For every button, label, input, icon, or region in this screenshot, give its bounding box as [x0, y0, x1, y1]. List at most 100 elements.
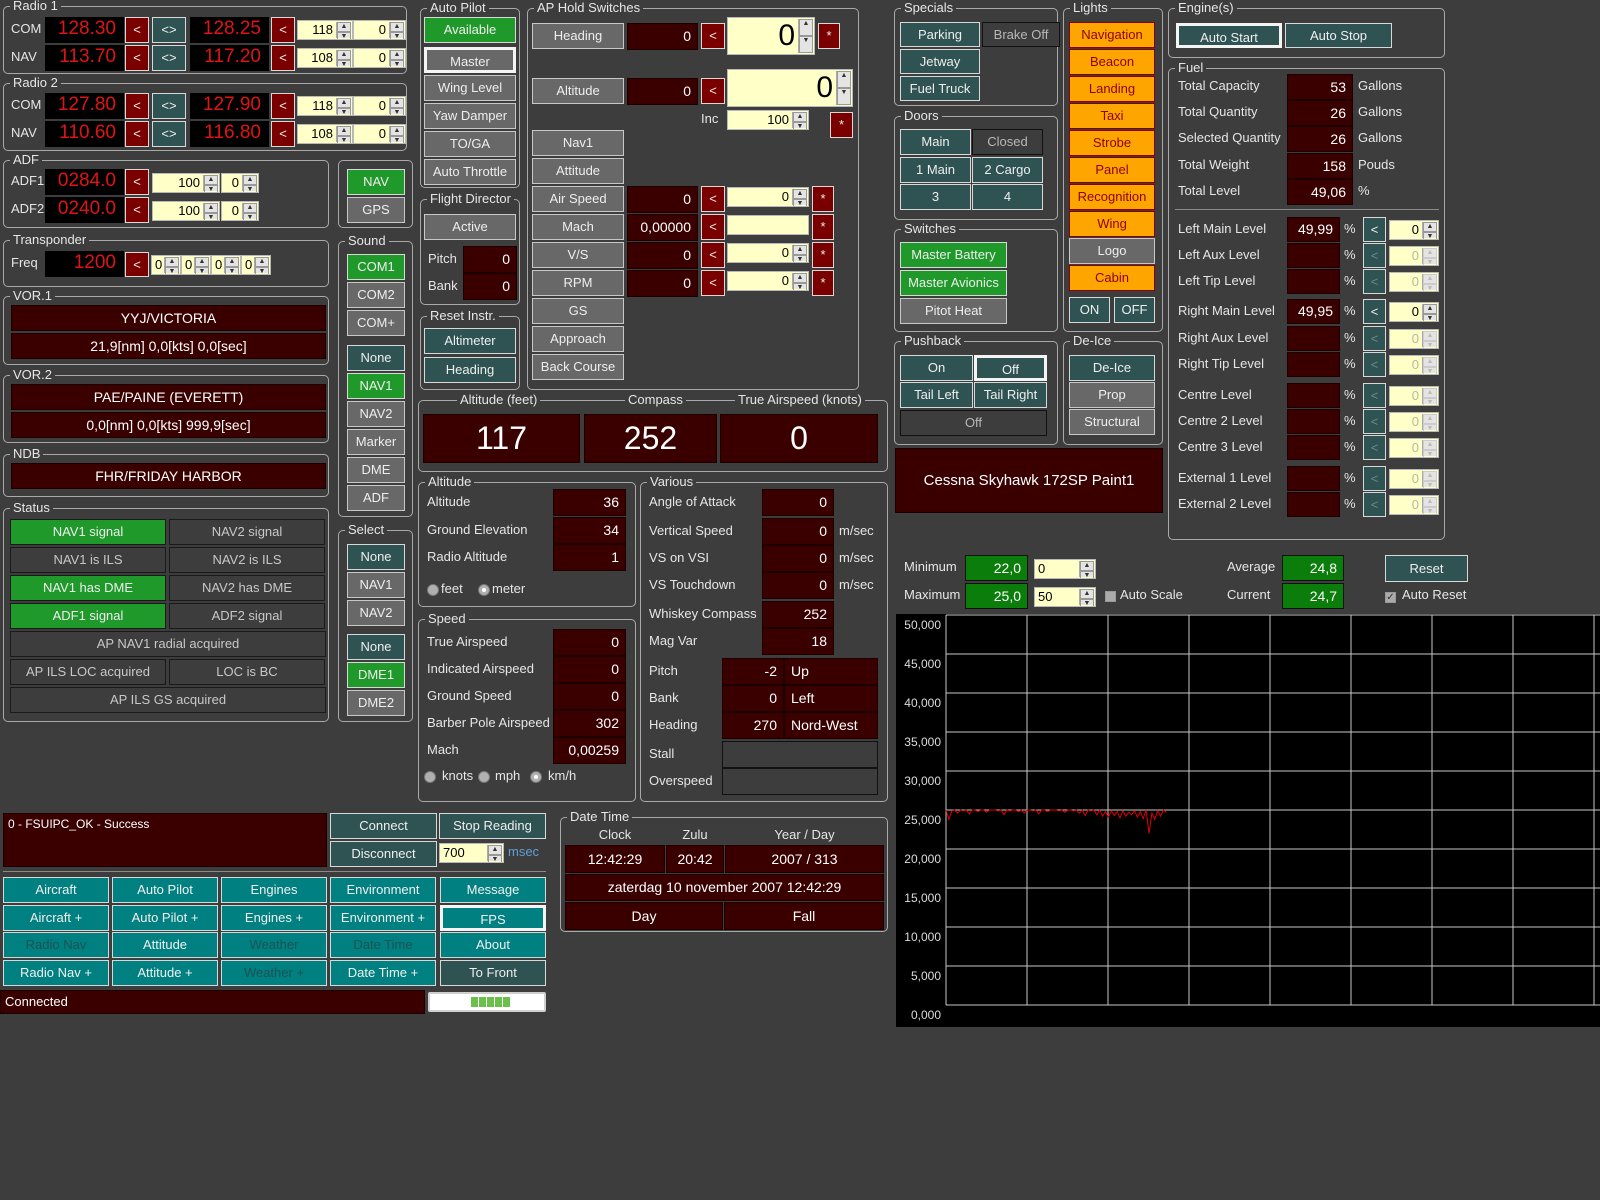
autopilot-auto-throttle-button[interactable]: Auto Throttle: [424, 159, 516, 185]
auto-reset-checkbox[interactable]: ✓: [1385, 592, 1396, 603]
max-scale-spinner[interactable]: 50 ▲ ▼: [1034, 587, 1096, 607]
spin-down-icon[interactable]: ▼: [390, 32, 404, 39]
connect-button[interactable]: Connect: [330, 813, 437, 839]
autopilot-yaw-damper-button[interactable]: Yaw Damper: [424, 103, 516, 129]
select-dme2-button[interactable]: DME2: [347, 690, 405, 716]
speed-unit-radio[interactable]: [478, 771, 490, 783]
pushback-tail-left-button[interactable]: Tail Left: [900, 382, 973, 408]
fuel-tank-set-button[interactable]: <: [1363, 435, 1386, 460]
fuel-tank-set-button[interactable]: <: [1363, 326, 1386, 351]
spinner-arrows[interactable]: ▲ ▼: [389, 126, 404, 143]
nav-date-time-plus-button[interactable]: Date Time +: [330, 960, 436, 986]
fuel-tank-spinner[interactable]: 0 ▲ ▼: [1389, 246, 1439, 266]
spin-down-icon[interactable]: ▼: [1423, 314, 1437, 321]
spin-up-icon[interactable]: ▲: [1423, 440, 1437, 450]
spin-down-icon[interactable]: ▼: [165, 267, 179, 274]
stop-reading-button[interactable]: Stop Reading: [439, 813, 546, 839]
spinner-arrows[interactable]: ▲ ▼: [1422, 274, 1437, 291]
nav-environment-button[interactable]: Environment: [330, 877, 436, 903]
spin-up-icon[interactable]: ▲: [390, 98, 404, 108]
fuel-tank-set-button[interactable]: <: [1363, 492, 1386, 517]
door-main-button[interactable]: Main: [900, 129, 971, 155]
spin-up-icon[interactable]: ▲: [1423, 471, 1437, 481]
radio1-nav-mhz-spinner[interactable]: 108 ▲ ▼: [297, 48, 353, 68]
reset-altimeter-button[interactable]: Altimeter: [424, 328, 516, 354]
light-taxi-button[interactable]: Taxi: [1069, 103, 1155, 129]
spin-up-icon[interactable]: ▲: [793, 245, 807, 255]
ap-vs-set-button[interactable]: <: [701, 242, 725, 268]
transponder-digit-spinner[interactable]: 0 ▲ ▼: [241, 255, 271, 275]
fuel-tank-spinner[interactable]: 0 ▲ ▼: [1389, 469, 1439, 489]
autopilot-to-ga-button[interactable]: TO/GA: [424, 131, 516, 157]
ap-vs-spinner[interactable]: 0 ▲ ▼: [727, 243, 809, 263]
ap-heading-star-button[interactable]: *: [818, 23, 840, 49]
sound-none-button[interactable]: None: [347, 345, 405, 371]
lights-all-off-button[interactable]: OFF: [1114, 297, 1155, 323]
altitude-unit-radio[interactable]: [427, 584, 439, 596]
spin-up-icon[interactable]: ▲: [390, 126, 404, 136]
spinner-arrows[interactable]: ▲ ▼: [1422, 357, 1437, 374]
spin-up-icon[interactable]: ▲: [837, 71, 851, 88]
spin-up-icon[interactable]: ▲: [225, 257, 239, 267]
spin-up-icon[interactable]: ▲: [793, 112, 807, 122]
nav-attitude-plus-button[interactable]: Attitude +: [112, 960, 218, 986]
adf2-set-button[interactable]: <: [125, 197, 149, 223]
nav-weather-plus-button[interactable]: Weather +: [221, 960, 327, 986]
adf2-khz-spinner[interactable]: 100 ▲ ▼: [152, 201, 220, 221]
adf1-set-button[interactable]: <: [125, 169, 149, 195]
nav-aircraft-button[interactable]: Aircraft: [3, 877, 109, 903]
read-interval-spinner[interactable]: 700 ▲ ▼: [439, 843, 504, 863]
radio1-com-mhz-spinner[interactable]: 118 ▲ ▼: [297, 20, 353, 40]
spinner-arrows[interactable]: ▲ ▼: [336, 126, 351, 143]
autopilot-master-button[interactable]: Master: [424, 47, 516, 73]
adf1-decimal-spinner[interactable]: 0 ▲ ▼: [221, 173, 259, 193]
switch-master-avionics-button[interactable]: Master Avionics: [900, 270, 1007, 296]
min-scale-spinner[interactable]: 0 ▲ ▼: [1034, 559, 1096, 579]
switch-pitot-heat-button[interactable]: Pitot Heat: [900, 298, 1007, 324]
light-logo-button[interactable]: Logo: [1069, 238, 1155, 264]
autopilot-wing-level-button[interactable]: Wing Level: [424, 75, 516, 101]
radio2-com-mhz-spinner[interactable]: 118 ▲ ▼: [297, 96, 353, 116]
fuel-tank-spinner[interactable]: 0 ▲ ▼: [1389, 386, 1439, 406]
radio2-com-transfer-button[interactable]: <: [125, 93, 149, 119]
spin-up-icon[interactable]: ▲: [204, 203, 218, 213]
ap-altitude-hold-button[interactable]: Altitude: [532, 78, 624, 104]
spinner-arrows[interactable]: ▲ ▼: [336, 50, 351, 67]
ap-rpm-set-button[interactable]: <: [701, 270, 725, 296]
sound-com1-button[interactable]: COM1: [347, 254, 405, 280]
jetway-button[interactable]: Jetway: [900, 49, 980, 74]
light-cabin-button[interactable]: Cabin: [1069, 265, 1155, 291]
light-landing-button[interactable]: Landing: [1069, 76, 1155, 102]
spin-up-icon[interactable]: ▲: [243, 175, 257, 185]
nav-to-front-button[interactable]: To Front: [440, 960, 546, 986]
spin-up-icon[interactable]: ▲: [337, 126, 351, 136]
spin-down-icon[interactable]: ▼: [1423, 507, 1437, 514]
ap-rpm-spinner[interactable]: 0 ▲ ▼: [727, 271, 809, 291]
auto-start-button[interactable]: Auto Start: [1176, 23, 1282, 48]
spinner-arrows[interactable]: ▲ ▼: [164, 257, 179, 274]
spin-up-icon[interactable]: ▲: [1423, 248, 1437, 258]
radio1-nav-khz-spinner[interactable]: 0 ▲ ▼: [353, 48, 406, 68]
deice-prop-button[interactable]: Prop: [1069, 382, 1155, 408]
radio2-nav-transfer-button[interactable]: <: [125, 121, 149, 147]
ap-mach-spinner[interactable]: [727, 215, 809, 235]
adf1-khz-spinner[interactable]: 100 ▲ ▼: [152, 173, 220, 193]
light-wing-button[interactable]: Wing: [1069, 211, 1155, 237]
deice-structural-button[interactable]: Structural: [1069, 409, 1155, 435]
spinner-arrows[interactable]: ▲ ▼: [203, 203, 218, 220]
spinner-arrows[interactable]: ▲ ▼: [336, 98, 351, 115]
spin-down-icon[interactable]: ▼: [793, 283, 807, 290]
spin-down-icon[interactable]: ▼: [1080, 571, 1094, 578]
radio1-com-swap-button[interactable]: <>: [152, 17, 186, 43]
radio1-nav-swap-button[interactable]: <>: [152, 45, 186, 71]
spin-up-icon[interactable]: ▲: [255, 257, 269, 267]
spin-down-icon[interactable]: ▼: [1423, 450, 1437, 457]
select-none-button[interactable]: None: [347, 634, 405, 660]
ap-approach-hold-button[interactable]: Approach: [532, 326, 624, 352]
spin-up-icon[interactable]: ▲: [337, 50, 351, 60]
light-recognition-button[interactable]: Recognition: [1069, 184, 1155, 210]
select-nav1-button[interactable]: NAV1: [347, 572, 405, 598]
ap-nav1-hold-button[interactable]: Nav1: [532, 130, 624, 156]
autopilot-available-button[interactable]: Available: [424, 17, 516, 43]
ap-attitude-hold-button[interactable]: Attitude: [532, 158, 624, 184]
